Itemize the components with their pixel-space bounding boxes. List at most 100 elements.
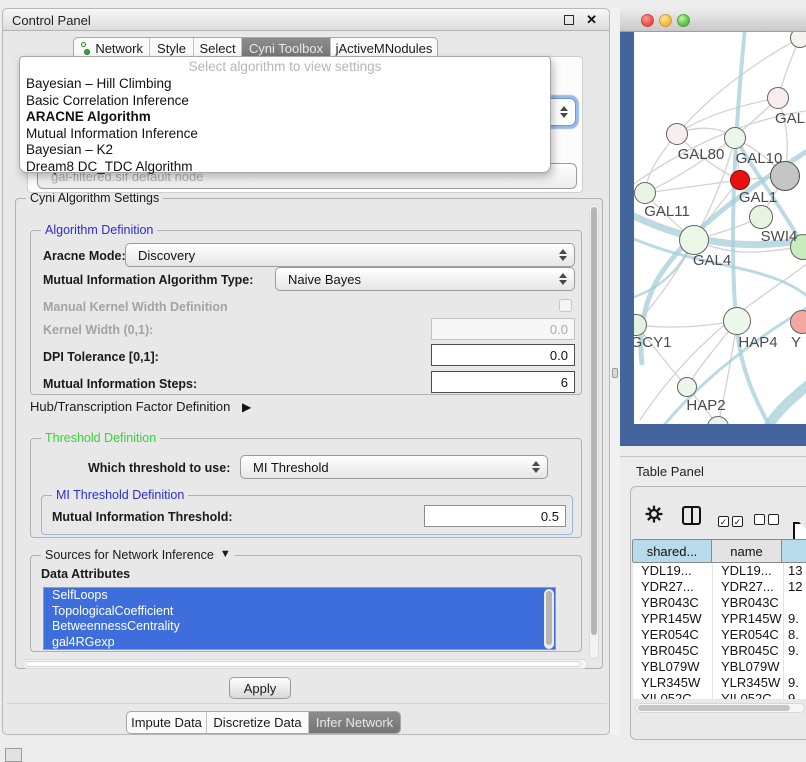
divider <box>7 703 607 704</box>
cell[interactable]: YBL079W <box>633 659 713 675</box>
dropdown-item[interactable]: Mutual Information Inference <box>20 126 550 143</box>
tab-impute-data[interactable]: Impute Data <box>127 712 207 733</box>
cell[interactable]: YBR045C <box>633 643 713 659</box>
which-threshold-combo[interactable]: MI Threshold <box>240 455 548 479</box>
attribute-item-selected[interactable]: TopologicalCoefficient <box>44 604 555 620</box>
hub-tf-definition-row[interactable]: Hub/Transcription Factor Definition ▶ <box>30 399 251 414</box>
cell[interactable] <box>784 659 806 675</box>
network-node-gal4[interactable] <box>679 225 709 255</box>
cell[interactable]: YLR345W <box>713 675 784 691</box>
mi-threshold-field[interactable]: 0.5 <box>424 505 566 527</box>
table-row[interactable]: YDR27... YDR27... 12 <box>633 579 806 595</box>
cell[interactable]: YIL052C <box>713 691 784 699</box>
minimize-traffic-light[interactable] <box>659 14 672 27</box>
float-window-icon[interactable] <box>564 15 574 25</box>
network-node-hap4[interactable] <box>723 307 751 335</box>
tab-discretize-data[interactable]: Discretize Data <box>207 712 309 733</box>
cell[interactable]: YER054C <box>713 627 784 643</box>
cell[interactable]: YBR043C <box>633 595 713 611</box>
attribute-item-selected[interactable]: SelfLoops <box>44 588 555 604</box>
settings-hscrollbar-thumb[interactable] <box>25 661 581 667</box>
dropdown-item[interactable]: Bayesian – K2 <box>20 142 550 159</box>
dpi-tolerance-field[interactable]: 0.0 <box>431 344 575 366</box>
tab-infer-network[interactable]: Infer Network <box>309 712 400 733</box>
mi-type-combo[interactable]: Naive Bayes <box>275 267 575 291</box>
splitter-grip-icon[interactable] <box>612 368 618 378</box>
dropdown-item-selected[interactable]: ARACNE Algorithm <box>20 109 550 126</box>
network-node-gal11[interactable] <box>634 182 656 204</box>
dropdown-item[interactable]: Bayesian – Hill Climbing <box>20 76 550 93</box>
settings-scrollbar[interactable] <box>589 204 599 659</box>
dropdown-item[interactable]: Basic Correlation Inference <box>20 93 550 110</box>
table-row[interactable]: YLR345W YLR345W 9. <box>633 675 806 691</box>
cell[interactable]: YIL052C <box>633 691 713 699</box>
kernel-width-field[interactable]: 0.0 <box>431 318 575 340</box>
which-threshold-label: Which threshold to use: <box>88 461 230 475</box>
attributes-scrollbar[interactable] <box>544 589 554 649</box>
column-header-name[interactable]: name <box>711 540 782 562</box>
network-node-swi4[interactable] <box>749 205 773 229</box>
zoom-traffic-light[interactable] <box>677 14 690 27</box>
table-row[interactable]: YER054C YER054C 8. <box>633 627 806 643</box>
table-row[interactable]: YBL079W YBL079W <box>633 659 806 675</box>
settings-scrollbar-thumb[interactable] <box>591 207 597 635</box>
deselect-all-boxes-icon[interactable] <box>754 512 782 530</box>
cell[interactable]: YBR045C <box>713 643 784 659</box>
columns-icon[interactable] <box>682 506 701 525</box>
attribute-item-selected[interactable]: gal4RGexp <box>44 635 555 651</box>
apply-button[interactable]: Apply <box>229 677 291 699</box>
cell[interactable]: YPR145W <box>633 611 713 627</box>
column-header-shared-name[interactable]: shared... <box>632 540 712 562</box>
cell[interactable]: YLR345W <box>633 675 713 691</box>
table-row[interactable]: YBR045C YBR045C 9. <box>633 643 806 659</box>
gear-icon[interactable] <box>645 505 663 528</box>
mi-type-label: Mutual Information Algorithm Type: <box>43 273 253 287</box>
cell[interactable]: 12 <box>784 579 806 595</box>
settings-hscrollbar[interactable] <box>22 659 588 669</box>
table-row[interactable]: YDL19... YDL19... 13 <box>633 563 806 579</box>
cell[interactable]: 9. <box>784 611 806 627</box>
network-node-gal1-selected[interactable] <box>730 170 750 190</box>
expand-arrow-icon[interactable]: ▶ <box>242 400 251 414</box>
cell[interactable]: YBR043C <box>713 595 784 611</box>
network-node-hap2[interactable] <box>677 377 697 397</box>
tab-impute-data-label: Impute Data <box>131 715 202 730</box>
mi-steps-field[interactable]: 6 <box>431 371 575 393</box>
network-canvas[interactable]: GAL GAL80 GAL10 GAL1 GAL11 SWI4 GAL4 GCY… <box>634 32 806 424</box>
tab-discretize-data-label: Discretize Data <box>213 715 301 730</box>
cell[interactable]: 13 <box>784 563 806 579</box>
cell[interactable]: YDR27... <box>713 579 784 595</box>
collapse-arrow-icon[interactable]: ▼ <box>220 548 231 562</box>
network-node-gal80[interactable] <box>666 123 688 145</box>
cell[interactable]: YER054C <box>633 627 713 643</box>
cell[interactable]: YPR145W <box>713 611 784 627</box>
dropdown-item[interactable]: Dream8 DC_TDC Algorithm <box>20 159 550 176</box>
column-header[interactable] <box>781 540 806 562</box>
tab-jactivemnodules-label: jActiveMNodules <box>336 41 433 56</box>
data-attributes-list: SelfLoops TopologicalCoefficient Between… <box>43 587 556 650</box>
table-row[interactable]: YPR145W YPR145W 9. <box>633 611 806 627</box>
cell[interactable]: YBL079W <box>713 659 784 675</box>
close-traffic-light[interactable] <box>641 14 654 27</box>
aracne-mode-combo[interactable]: Discovery <box>125 243 575 267</box>
hub-tf-definition-label: Hub/Transcription Factor Definition <box>30 399 230 414</box>
close-icon[interactable]: ✕ <box>586 12 597 28</box>
attributes-scrollbar-thumb[interactable] <box>546 591 552 645</box>
select-all-checks-icon[interactable]: ✓✓ <box>718 512 746 530</box>
table-hscrollbar-thumb[interactable] <box>638 705 790 711</box>
cell[interactable]: YDL19... <box>713 563 784 579</box>
cell[interactable]: YDL19... <box>633 563 713 579</box>
collapsed-panel-icon[interactable] <box>5 748 22 762</box>
cell[interactable]: 9. <box>784 643 806 659</box>
table-row[interactable]: YBR043C YBR043C <box>633 595 806 611</box>
cell[interactable]: 9. <box>784 691 806 699</box>
network-node[interactable] <box>767 87 789 109</box>
cell[interactable]: YDR27... <box>633 579 713 595</box>
table-hscrollbar[interactable] <box>635 703 805 713</box>
cell[interactable]: 8. <box>784 627 806 643</box>
table-row[interactable]: YIL052C YIL052C 9. <box>633 691 806 699</box>
attribute-item-selected[interactable]: BetweennessCentrality <box>44 619 555 635</box>
manual-kernel-checkbox[interactable] <box>559 299 572 312</box>
cell[interactable] <box>784 595 806 611</box>
cell[interactable]: 9. <box>784 675 806 691</box>
